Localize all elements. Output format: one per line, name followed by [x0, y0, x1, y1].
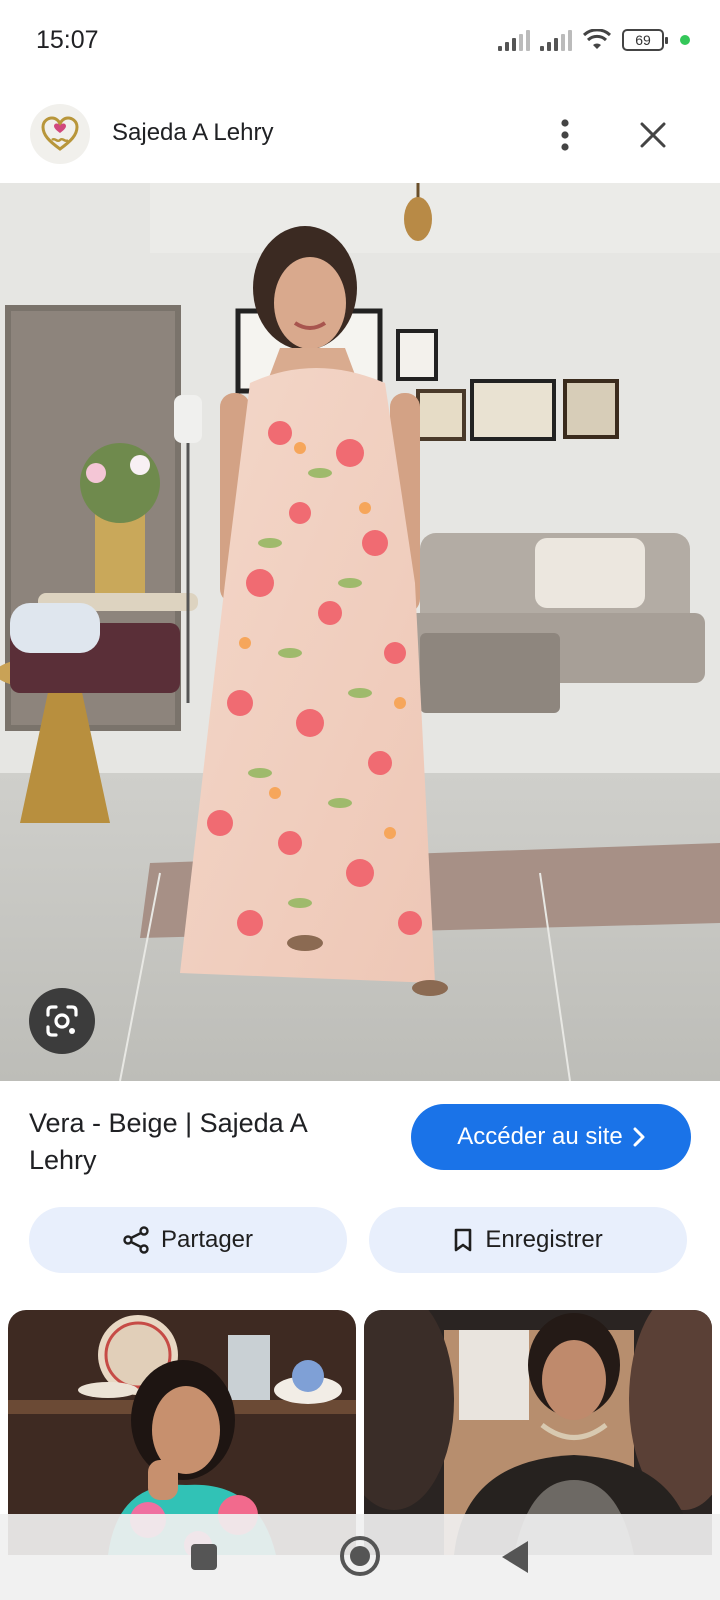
header: Sajeda A Lehry — [0, 100, 720, 180]
recents-button[interactable] — [191, 1544, 217, 1570]
more-vert-icon — [561, 119, 569, 151]
heart-monogram-logo — [41, 116, 79, 151]
save-button[interactable]: Enregistrer — [369, 1207, 687, 1273]
status-icons: 69 — [498, 28, 690, 52]
privacy-dot — [680, 35, 690, 45]
wifi-icon — [582, 29, 612, 49]
bookmark-icon — [455, 1228, 472, 1252]
result-title: Vera - Beige | Sajeda A Lehry — [29, 1108, 307, 1175]
status-bar: 15:07 69 — [0, 0, 720, 80]
more-options-button[interactable] — [540, 110, 590, 160]
main-product-image[interactable] — [0, 183, 720, 1081]
close-button[interactable] — [628, 110, 678, 160]
google-lens-button[interactable] — [29, 988, 95, 1054]
share-icon — [123, 1226, 149, 1254]
close-icon — [640, 122, 666, 148]
system-nav-bar — [0, 1514, 720, 1600]
signal-icon — [498, 29, 530, 51]
share-button[interactable]: Partager — [29, 1207, 347, 1273]
home-button[interactable] — [340, 1536, 380, 1576]
visit-site-button[interactable]: Accéder au site — [411, 1104, 691, 1170]
signal-icon-2 — [540, 29, 572, 51]
google-lens-icon — [46, 1005, 78, 1037]
chevron-right-icon — [633, 1127, 645, 1147]
battery-indicator: 69 — [622, 29, 668, 51]
product-photo — [0, 183, 720, 1081]
save-label: Enregistrer — [485, 1226, 603, 1253]
share-label: Partager — [160, 1226, 254, 1253]
visit-site-label: Accéder au site — [457, 1123, 623, 1150]
status-time: 15:07 — [36, 26, 99, 54]
site-logo[interactable] — [30, 104, 90, 164]
site-name[interactable]: Sajeda A Lehry — [112, 119, 273, 147]
back-button[interactable] — [502, 1541, 528, 1573]
